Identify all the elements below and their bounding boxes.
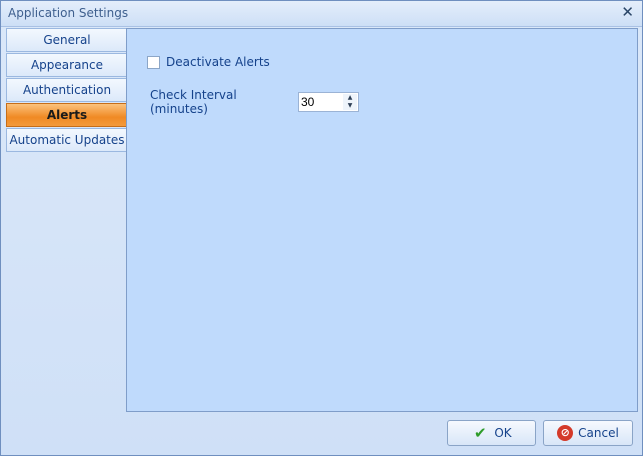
stepper-up-icon[interactable]: ▲ bbox=[343, 94, 357, 102]
dialog-buttons: ✔ OK ⊘ Cancel bbox=[6, 415, 637, 453]
check-interval-input[interactable] bbox=[301, 95, 341, 109]
check-icon: ✔ bbox=[474, 424, 487, 442]
stepper-buttons: ▲ ▼ bbox=[343, 94, 357, 110]
ok-button[interactable]: ✔ OK bbox=[447, 420, 536, 446]
tab-appearance[interactable]: Appearance bbox=[6, 53, 127, 77]
check-interval-stepper: ▲ ▼ bbox=[298, 92, 359, 112]
tab-authentication[interactable]: Authentication bbox=[6, 78, 127, 102]
alerts-panel: Deactivate Alerts Check Interval (minute… bbox=[126, 28, 638, 412]
check-interval-label: Check Interval (minutes) bbox=[150, 88, 237, 116]
check-interval-row: Check Interval (minutes) ▲ ▼ bbox=[150, 88, 359, 116]
ok-label: OK bbox=[494, 426, 512, 440]
cancel-label: Cancel bbox=[578, 426, 619, 440]
settings-window: Application Settings ✕ General Appearanc… bbox=[0, 0, 643, 456]
title-bar: Application Settings ✕ bbox=[1, 1, 642, 27]
deactivate-alerts-checkbox[interactable] bbox=[147, 55, 160, 69]
tab-general[interactable]: General bbox=[6, 28, 127, 52]
tab-automatic-updates[interactable]: Automatic Updates bbox=[6, 128, 127, 152]
settings-tabs: General Appearance Authentication Alerts… bbox=[6, 28, 127, 153]
deactivate-alerts-row: Deactivate Alerts bbox=[147, 55, 270, 69]
window-title: Application Settings bbox=[8, 6, 129, 20]
stepper-down-icon[interactable]: ▼ bbox=[343, 102, 357, 110]
cancel-icon: ⊘ bbox=[557, 425, 574, 441]
deactivate-alerts-label: Deactivate Alerts bbox=[166, 55, 270, 69]
cancel-button[interactable]: ⊘ Cancel bbox=[543, 420, 633, 446]
tab-alerts[interactable]: Alerts bbox=[6, 103, 127, 127]
close-icon[interactable]: ✕ bbox=[621, 4, 634, 20]
